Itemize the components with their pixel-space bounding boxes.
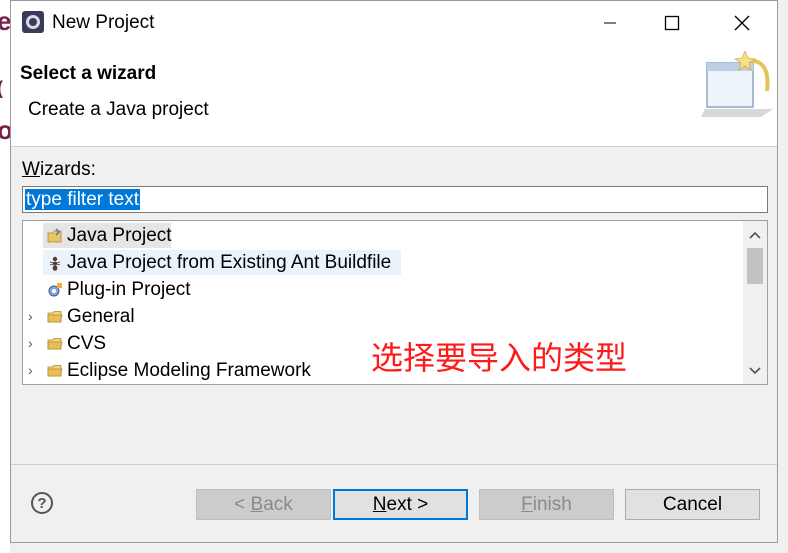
back-button-mnemonic: B <box>250 493 264 515</box>
maximize-icon <box>664 15 680 31</box>
tree-item-label: Java Project <box>67 225 172 246</box>
folder-icon <box>47 311 63 323</box>
tree-item-java-project[interactable]: Java Project <box>23 222 743 249</box>
folder-icon <box>47 365 63 377</box>
wizards-label-text: izards: <box>39 159 96 180</box>
tree-item-label: Java Project from Existing Ant Buildfile <box>67 252 392 273</box>
background-text-fragment: ( <box>0 78 3 99</box>
finish-button-label: inish <box>532 493 572 515</box>
back-button-label: ack <box>263 493 293 515</box>
header-title: Select a wizard <box>20 63 157 84</box>
tree-scrollbar[interactable] <box>743 221 767 384</box>
wizards-label: Wizards: <box>22 159 96 181</box>
minimize-button[interactable] <box>587 1 633 45</box>
window-title: New Project <box>52 12 155 33</box>
background-window-edge: e ( o <box>0 0 13 553</box>
chevron-right-icon[interactable]: › <box>28 357 33 384</box>
new-project-dialog: New Project Select a wizard Create a Jav… <box>10 0 778 543</box>
chevron-right-icon[interactable]: › <box>28 330 33 357</box>
tree-item-general[interactable]: › General <box>23 303 743 330</box>
scroll-thumb[interactable] <box>747 248 763 284</box>
folder-icon <box>47 338 63 350</box>
wizards-label-mnemonic: W <box>22 159 40 180</box>
finish-button[interactable]: Finish <box>479 489 614 520</box>
cancel-button-label: Cancel <box>662 493 723 515</box>
help-icon: ? <box>37 494 47 512</box>
tree-item-label: CVS <box>67 333 107 354</box>
chevron-right-icon[interactable]: › <box>28 303 33 330</box>
maximize-button[interactable] <box>649 1 695 45</box>
chevron-down-icon <box>749 367 761 375</box>
minimize-icon <box>604 22 616 24</box>
chevron-up-icon <box>749 231 761 239</box>
annotation-text: 选择要导入的类型 <box>371 339 628 377</box>
next-button-mnemonic: N <box>372 493 387 515</box>
cancel-button[interactable]: Cancel <box>625 489 760 520</box>
header-description: Create a Java project <box>28 99 209 120</box>
back-button[interactable]: < Back <box>196 489 331 520</box>
close-icon <box>734 15 750 31</box>
finish-button-mnemonic: F <box>521 493 533 515</box>
tree-item-label: General <box>67 306 135 327</box>
java-project-icon <box>47 228 62 243</box>
tree-item-ant-buildfile[interactable]: Java Project from Existing Ant Buildfile <box>23 249 743 276</box>
back-button-prefix: < <box>234 493 251 515</box>
filter-selected-text: type filter text <box>25 189 140 210</box>
title-bar[interactable]: New Project <box>11 1 777 45</box>
next-button[interactable]: Next > <box>333 489 468 520</box>
wizard-banner-icon <box>701 51 773 117</box>
tree-item-label: Plug-in Project <box>67 279 191 300</box>
scroll-up-arrow[interactable] <box>743 225 767 245</box>
ant-icon <box>49 256 61 271</box>
scroll-down-arrow[interactable] <box>743 361 767 381</box>
help-button[interactable]: ? <box>31 492 53 514</box>
tree-item-label: Eclipse Modeling Framework <box>67 360 311 381</box>
footer-divider <box>11 464 777 465</box>
next-button-label: ext > <box>386 493 429 515</box>
wizard-filter-input[interactable]: type filter text <box>22 186 768 213</box>
wizard-header: Select a wizard Create a Java project <box>11 45 777 147</box>
close-button[interactable] <box>719 1 765 45</box>
eclipse-app-icon <box>22 11 44 33</box>
tree-item-plugin-project[interactable]: Plug-in Project <box>23 276 743 303</box>
plugin-icon <box>48 283 62 297</box>
